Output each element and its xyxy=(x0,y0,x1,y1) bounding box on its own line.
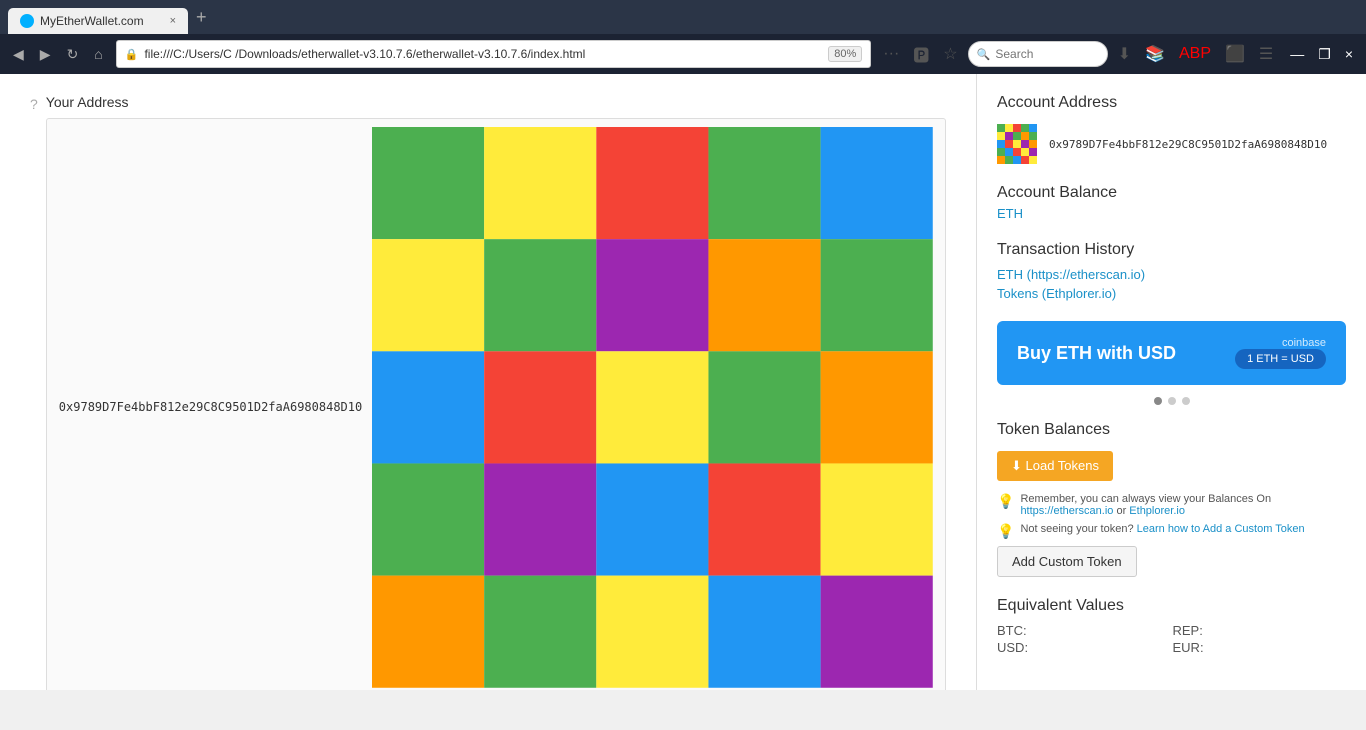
search-icon: 🔍 xyxy=(977,48,991,61)
lightbulb-icon-2: 💡 xyxy=(997,523,1014,540)
forward-button[interactable]: ▶ xyxy=(35,44,56,65)
banner-dot-1[interactable] xyxy=(1154,397,1162,405)
tx-history-title: Transaction History xyxy=(997,241,1346,259)
sidebar-equiv-section: Equivalent Values BTC: REP: USD: EUR: xyxy=(997,597,1346,655)
pocket-btn[interactable]: 🅿 xyxy=(909,40,933,68)
etherscan-balance-link[interactable]: https://etherscan.io xyxy=(1020,505,1113,517)
banner-dot-3[interactable] xyxy=(1182,397,1190,405)
usd-label: USD: xyxy=(997,640,1171,655)
tab-bar: MyEtherWallet.com × + xyxy=(0,0,1366,34)
eth-rate-pill: 1 ETH = USD xyxy=(1235,349,1326,369)
sidebar-account-section: Account Address xyxy=(997,94,1346,164)
sidebar-tx-section: Transaction History ETH (https://ethersc… xyxy=(997,241,1346,301)
bookmark-btn[interactable]: ☆ xyxy=(939,42,961,66)
coinbase-section: coinbase 1 ETH = USD xyxy=(1235,337,1326,369)
url-text: file:///C:/Users/C /Downloads/etherwalle… xyxy=(144,47,822,61)
banner-dot-2[interactable] xyxy=(1168,397,1176,405)
btc-label: BTC: xyxy=(997,623,1171,638)
sync-btn[interactable]: ⬛ xyxy=(1221,42,1249,66)
sidebar-account-address: 0x9789D7Fe4bbF812e29C8C9501D2faA6980848D… xyxy=(1049,138,1327,151)
maximize-button[interactable]: ❐ xyxy=(1313,44,1336,65)
new-tab-button[interactable]: + xyxy=(188,7,215,28)
library-btn[interactable]: 📚 xyxy=(1141,42,1169,66)
lightbulb-icon-1: 💡 xyxy=(997,493,1014,510)
buy-eth-label: Buy ETH with USD xyxy=(1017,343,1176,364)
banner-dots xyxy=(997,397,1346,405)
eur-label: EUR: xyxy=(1173,640,1347,655)
equiv-values-title: Equivalent Values xyxy=(997,597,1346,615)
browser-chrome: ◀ ▶ ↻ ⌂ 🔒 file:///C:/Users/C /Downloads/… xyxy=(0,34,1366,74)
token-info-text-2: Not seeing your token? Learn how to Add … xyxy=(1020,523,1304,535)
buy-eth-banner[interactable]: Buy ETH with USD coinbase 1 ETH = USD xyxy=(997,321,1346,385)
address-content: Your Address 0x9789D7Fe4bbF812e29C8C9501… xyxy=(46,94,946,690)
address-display-row: 0x9789D7Fe4bbF812e29C8C9501D2faA6980848D… xyxy=(46,118,946,690)
toolbar-right: ··· 🅿 ☆ 🔍 ⬇ 📚 ABP ⬛ ☰ xyxy=(879,40,1277,68)
token-info-text-1: Remember, you can always view your Balan… xyxy=(1020,493,1346,517)
address-value: 0x9789D7Fe4bbF812e29C8C9501D2faA6980848D… xyxy=(59,400,362,414)
address-help-icon[interactable]: ? xyxy=(30,96,38,112)
etherscan-link[interactable]: ETH (https://etherscan.io) xyxy=(997,267,1346,282)
buy-eth-content: Buy ETH with USD xyxy=(1017,343,1176,364)
sidebar-token-section: Token Balances ⬇ Load Tokens 💡 Remember,… xyxy=(997,421,1346,577)
right-sidebar: Account Address xyxy=(976,74,1366,690)
sidebar-avatar xyxy=(997,124,1037,164)
main-layout: ? Your Address 0x9789D7Fe4bbF812e29C8C95… xyxy=(0,74,1366,690)
custom-token-link[interactable]: Learn how to Add a Custom Token xyxy=(1137,523,1305,535)
account-avatar-row: 0x9789D7Fe4bbF812e29C8C9501D2faA6980848D… xyxy=(997,124,1346,164)
sidebar-account-title: Account Address xyxy=(997,94,1346,112)
menu-btn[interactable]: ☰ xyxy=(1255,42,1277,66)
search-input[interactable] xyxy=(995,47,1095,61)
content-area: ? Your Address 0x9789D7Fe4bbF812e29C8C95… xyxy=(0,74,976,690)
tab-title: MyEtherWallet.com xyxy=(40,14,144,28)
ethplorer-balance-link[interactable]: Ethplorer.io xyxy=(1129,505,1185,517)
active-tab[interactable]: MyEtherWallet.com × xyxy=(8,8,188,34)
reload-button[interactable]: ↻ xyxy=(62,44,84,65)
address-avatar xyxy=(372,127,933,688)
ethplorer-link[interactable]: Tokens (Ethplorer.io) xyxy=(997,286,1346,301)
token-info-2: 💡 Not seeing your token? Learn how to Ad… xyxy=(997,523,1346,540)
minimize-button[interactable]: — xyxy=(1285,44,1309,65)
download-manager-btn[interactable]: ⬇ xyxy=(1114,42,1135,66)
load-tokens-button[interactable]: ⬇ Load Tokens xyxy=(997,451,1113,481)
browser-nav-controls: ◀ ▶ ↻ ⌂ xyxy=(8,44,108,65)
account-balance-title: Account Balance xyxy=(997,184,1346,202)
rep-label: REP: xyxy=(1173,623,1347,638)
search-box[interactable]: 🔍 xyxy=(968,41,1108,67)
lock-icon: 🔒 xyxy=(125,48,139,61)
eth-balance-value: ETH xyxy=(997,206,1023,221)
tab-favicon xyxy=(20,14,34,28)
token-info-1: 💡 Remember, you can always view your Bal… xyxy=(997,493,1346,517)
address-bar[interactable]: 🔒 file:///C:/Users/C /Downloads/etherwal… xyxy=(116,40,872,68)
add-custom-token-button[interactable]: Add Custom Token xyxy=(997,546,1137,577)
adblock-btn[interactable]: ABP xyxy=(1175,43,1215,65)
zoom-level[interactable]: 80% xyxy=(828,46,862,62)
more-btn[interactable]: ··· xyxy=(879,43,903,65)
tab-close-btn[interactable]: × xyxy=(170,15,176,27)
your-address-section: ? Your Address 0x9789D7Fe4bbF812e29C8C95… xyxy=(30,94,946,690)
equiv-grid: BTC: REP: USD: EUR: xyxy=(997,623,1346,655)
sidebar-balance-section: Account Balance ETH xyxy=(997,184,1346,221)
back-button[interactable]: ◀ xyxy=(8,44,29,65)
token-balances-title: Token Balances xyxy=(997,421,1346,439)
window-close-button[interactable]: × xyxy=(1340,44,1358,65)
home-button[interactable]: ⌂ xyxy=(89,44,107,64)
coinbase-label: coinbase xyxy=(1235,337,1326,349)
your-address-label: Your Address xyxy=(46,94,946,110)
